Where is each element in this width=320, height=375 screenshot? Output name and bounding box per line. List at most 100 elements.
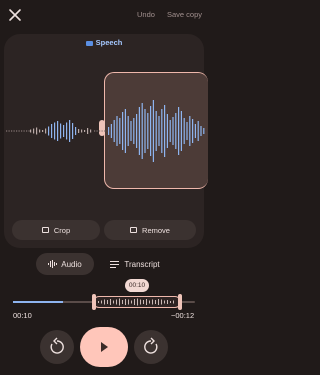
waveform-bar — [169, 120, 171, 142]
timeline-wave-bar — [161, 299, 162, 305]
timeline-wave-bar — [152, 299, 153, 305]
waveform-bar — [147, 113, 149, 149]
waveform-bar — [48, 126, 50, 136]
waveform-bar — [186, 122, 188, 140]
timeline-handle-right[interactable] — [178, 294, 182, 310]
waveform-bar — [81, 129, 83, 133]
timeline-wave-bar — [140, 299, 141, 305]
timeline-wave-bar — [149, 300, 150, 304]
waveform-bar — [127, 116, 129, 146]
timeline-wave-bar — [101, 300, 102, 304]
waveform-bar — [6, 130, 8, 132]
waveform-bar — [108, 127, 110, 135]
forward-button[interactable] — [134, 330, 168, 364]
waveform-bar — [28, 130, 30, 132]
waveform-bar — [180, 111, 182, 151]
waveform-bar — [16, 130, 18, 132]
timeline-wave-bar — [173, 300, 174, 304]
waveform-bar — [39, 129, 41, 133]
waveform-bar — [13, 130, 15, 132]
waveform-bar — [26, 130, 28, 132]
waveform-bar — [130, 121, 132, 141]
waveform-bar — [138, 107, 140, 155]
waveform-bar — [63, 125, 65, 137]
remaining-time: −00:12 — [171, 311, 195, 320]
timeline-wave-bar — [155, 300, 156, 304]
forward-icon — [144, 337, 158, 354]
close-button[interactable] — [6, 6, 24, 24]
timeline-handle-left[interactable] — [92, 294, 96, 310]
crop-button[interactable]: Crop — [12, 220, 100, 240]
timeline-wave-bar — [146, 299, 147, 305]
waveform-bar — [110, 124, 112, 138]
waveform-bar — [150, 106, 152, 156]
waveform-bar — [33, 128, 35, 134]
waveform-bar — [178, 107, 180, 155]
remove-label: Remove — [142, 225, 170, 235]
waveform-bar — [69, 120, 71, 142]
waveform-bar — [152, 100, 154, 162]
tab-transcript[interactable]: Transcript — [100, 253, 170, 275]
waveform-bar — [42, 130, 44, 132]
speech-icon — [85, 40, 93, 46]
waveform-bar — [21, 130, 23, 132]
waveform-bar — [183, 118, 185, 144]
waveform-bar — [54, 122, 56, 140]
waveform-bar — [197, 121, 199, 141]
timeline-wave-bar — [98, 301, 99, 303]
waveform-bar — [60, 123, 62, 139]
play-button[interactable] — [80, 327, 128, 367]
speech-chip[interactable]: Speech — [0, 38, 208, 47]
waveform-bar — [141, 103, 143, 159]
timeline-wave-bar — [167, 300, 168, 304]
waveform — [6, 100, 205, 162]
close-icon — [9, 9, 21, 21]
waveform-bar — [18, 130, 20, 132]
crop-label: Crop — [53, 225, 71, 235]
waveform-bar — [200, 126, 202, 136]
playhead-time-bubble: 00:10 — [125, 279, 149, 292]
timeline-wave-bar — [128, 299, 129, 305]
start-time: 00:10 — [13, 311, 32, 320]
timeline-waveform — [98, 298, 174, 306]
timeline-wave-bar — [110, 299, 111, 305]
timeline-wave-bar — [131, 300, 132, 304]
waveform-bar — [23, 130, 25, 132]
play-icon — [101, 342, 108, 352]
waveform-bar — [136, 114, 138, 148]
timeline-wave-bar — [104, 299, 105, 305]
waveform-bar — [45, 128, 47, 134]
waveform-bar — [72, 123, 74, 139]
timeline-wave-bar — [158, 299, 159, 305]
waveform-bar — [8, 130, 10, 132]
tab-transcript-label: Transcript — [124, 259, 160, 269]
transcript-icon — [110, 260, 120, 268]
timeline-wave-bar — [122, 300, 123, 304]
waveform-bar — [119, 118, 121, 144]
tab-audio[interactable]: Audio — [36, 253, 94, 275]
timeline-wave-bar — [170, 301, 171, 303]
waveform-bar — [203, 128, 205, 134]
waveform-bar — [172, 117, 174, 145]
undo-button[interactable]: Undo — [137, 10, 155, 19]
waveform-bar — [192, 119, 194, 143]
waveform-bar — [104, 130, 106, 132]
waveform-bar — [66, 122, 68, 140]
waveform-bar — [158, 116, 160, 146]
rewind-button[interactable] — [40, 330, 74, 364]
waveform-bar — [113, 120, 115, 142]
waveform-bar — [155, 111, 157, 151]
timeline-wave-bar — [107, 300, 108, 304]
waveform-bar — [96, 130, 98, 132]
timeline-wave-bar — [125, 299, 126, 305]
save-copy-button[interactable]: Save copy — [167, 10, 202, 19]
timeline-wave-bar — [116, 299, 117, 305]
waveform-bar — [175, 113, 177, 149]
waveform-bar — [116, 116, 118, 146]
waveform-bar — [75, 127, 77, 135]
remove-icon — [130, 227, 138, 233]
waveform-bar — [144, 109, 146, 153]
waveform-bar — [99, 130, 101, 132]
waveform-bar — [94, 130, 96, 132]
remove-button[interactable]: Remove — [104, 220, 196, 240]
